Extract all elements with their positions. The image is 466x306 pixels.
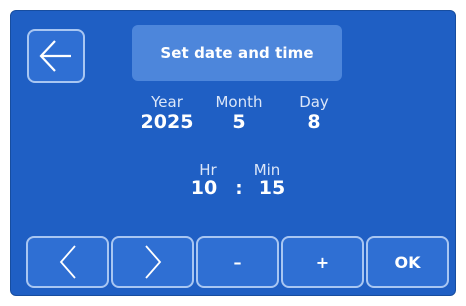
next-button[interactable]: [111, 236, 194, 288]
page-title: Set date and time: [132, 25, 342, 81]
day-label: Day: [299, 93, 329, 111]
increment-button[interactable]: +: [281, 236, 364, 288]
ok-button[interactable]: OK: [366, 236, 449, 288]
decrement-button[interactable]: –: [196, 236, 279, 288]
month-label: Month: [215, 93, 263, 111]
day-value[interactable]: 8: [274, 111, 354, 133]
year-label: Year: [151, 93, 183, 111]
date-time-screen: Set date and time Year Month Day 2025 5 …: [10, 10, 456, 296]
chevron-right-icon: [144, 245, 161, 279]
arrow-left-icon: [39, 40, 71, 72]
minute-value[interactable]: 15: [232, 177, 312, 199]
chevron-left-icon: [59, 245, 76, 279]
year-value[interactable]: 2025: [127, 111, 207, 133]
back-button[interactable]: [27, 29, 85, 83]
previous-button[interactable]: [26, 236, 109, 288]
month-value[interactable]: 5: [199, 111, 279, 133]
